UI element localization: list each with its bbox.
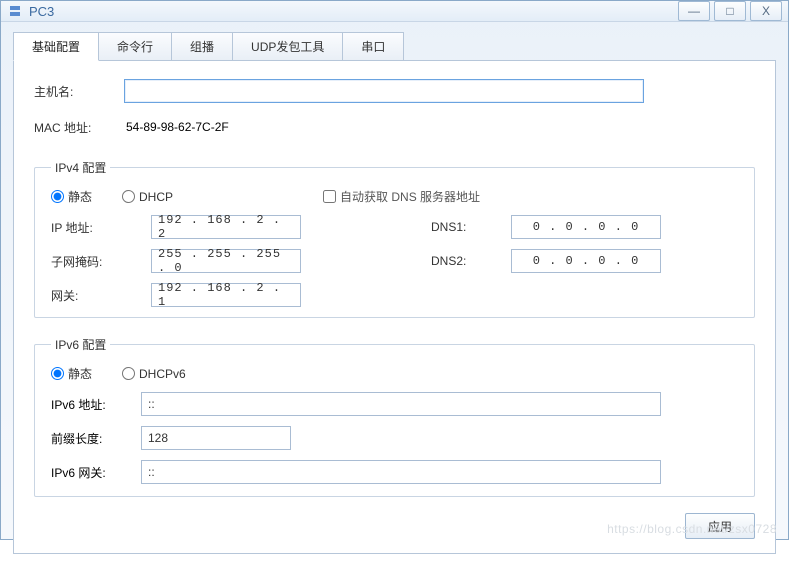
row-ipv6-gw: IPv6 网关: xyxy=(51,460,738,484)
ipv4-auto-dns[interactable]: 自动获取 DNS 服务器地址 xyxy=(323,188,480,205)
ipv6-prefix-label: 前缀长度: xyxy=(51,430,141,447)
ipv4-auto-dns-checkbox[interactable] xyxy=(323,190,336,203)
ipv4-dns1-label: DNS1: xyxy=(431,220,501,234)
minimize-button[interactable]: — xyxy=(678,1,710,21)
ipv6-mode-dhcp-radio[interactable] xyxy=(122,367,135,380)
app-icon xyxy=(7,3,23,19)
group-ipv6: IPv6 配置 静态 DHCPv6 IPv6 地址: 前 xyxy=(34,336,755,497)
maximize-button[interactable]: □ xyxy=(714,1,746,21)
window-title: PC3 xyxy=(29,4,674,19)
ipv4-mode-static-radio[interactable] xyxy=(51,190,64,203)
row-ipv6-prefix: 前缀长度: xyxy=(51,426,738,450)
tab-basic[interactable]: 基础配置 xyxy=(13,32,99,61)
ipv4-legend: IPv4 配置 xyxy=(51,159,110,176)
mac-value: 54-89-98-62-7C-2F xyxy=(124,115,644,139)
ipv4-ip-label: IP 地址: xyxy=(51,219,141,236)
ipv6-mode-dhcp[interactable]: DHCPv6 xyxy=(122,367,186,381)
footer: 应用 xyxy=(34,507,755,539)
group-ipv4: IPv4 配置 静态 DHCP 自动获取 DNS 服务器地址 xyxy=(34,159,755,318)
ipv4-mode-row: 静态 DHCP 自动获取 DNS 服务器地址 xyxy=(51,188,738,205)
ipv6-gw-input[interactable] xyxy=(141,460,661,484)
apply-button[interactable]: 应用 xyxy=(685,513,755,539)
ipv6-addr-label: IPv6 地址: xyxy=(51,396,141,413)
ipv4-dns2-label: DNS2: xyxy=(431,254,501,268)
ipv6-addr-input[interactable] xyxy=(141,392,661,416)
ipv6-gw-label: IPv6 网关: xyxy=(51,464,141,481)
tab-cmd[interactable]: 命令行 xyxy=(99,32,172,61)
ipv4-mode-static[interactable]: 静态 xyxy=(51,188,92,205)
tab-serial[interactable]: 串口 xyxy=(343,32,404,61)
ipv4-mode-static-label: 静态 xyxy=(68,188,92,205)
close-button[interactable]: X xyxy=(750,1,782,21)
row-mac: MAC 地址: 54-89-98-62-7C-2F xyxy=(34,115,755,139)
window: PC3 — □ X 基础配置 命令行 组播 UDP发包工具 串口 主机名: MA… xyxy=(0,0,789,540)
window-controls: — □ X xyxy=(674,1,782,21)
ipv6-mode-dhcp-label: DHCPv6 xyxy=(139,367,186,381)
client-area: 基础配置 命令行 组播 UDP发包工具 串口 主机名: MAC 地址: 54-8… xyxy=(1,22,788,564)
mac-label: MAC 地址: xyxy=(34,119,124,136)
tab-panel-basic: 主机名: MAC 地址: 54-89-98-62-7C-2F IPv4 配置 静… xyxy=(13,60,776,554)
ipv4-gw-label: 网关: xyxy=(51,287,141,304)
ipv4-dns2-input[interactable]: 0 . 0 . 0 . 0 xyxy=(511,249,661,273)
ipv4-mode-dhcp-radio[interactable] xyxy=(122,190,135,203)
hostname-input[interactable] xyxy=(124,79,644,103)
ipv4-ip-input[interactable]: 192 . 168 . 2 . 2 xyxy=(151,215,301,239)
row-hostname: 主机名: xyxy=(34,79,755,103)
ipv6-mode-static-radio[interactable] xyxy=(51,367,64,380)
titlebar: PC3 — □ X xyxy=(1,1,788,22)
tab-udp[interactable]: UDP发包工具 xyxy=(233,32,343,61)
hostname-label: 主机名: xyxy=(34,83,124,100)
ipv6-mode-static-label: 静态 xyxy=(68,365,92,382)
ipv4-grid: IP 地址: 192 . 168 . 2 . 2 DNS1: 0 . 0 . 0… xyxy=(51,215,738,307)
ipv4-dns1-input[interactable]: 0 . 0 . 0 . 0 xyxy=(511,215,661,239)
ipv4-gw-input[interactable]: 192 . 168 . 2 . 1 xyxy=(151,283,301,307)
ipv6-mode-row: 静态 DHCPv6 xyxy=(51,365,738,382)
row-ipv6-addr: IPv6 地址: xyxy=(51,392,738,416)
ipv4-auto-dns-label: 自动获取 DNS 服务器地址 xyxy=(340,188,480,205)
tab-mcast[interactable]: 组播 xyxy=(172,32,233,61)
ipv4-mode-dhcp[interactable]: DHCP xyxy=(122,190,173,204)
ipv4-mode-dhcp-label: DHCP xyxy=(139,190,173,204)
ipv4-mask-label: 子网掩码: xyxy=(51,253,141,270)
ipv6-mode-static[interactable]: 静态 xyxy=(51,365,92,382)
ipv6-prefix-input[interactable] xyxy=(141,426,291,450)
ipv6-legend: IPv6 配置 xyxy=(51,336,110,353)
ipv4-mask-input[interactable]: 255 . 255 . 255 . 0 xyxy=(151,249,301,273)
tabbar: 基础配置 命令行 组播 UDP发包工具 串口 xyxy=(13,32,776,61)
